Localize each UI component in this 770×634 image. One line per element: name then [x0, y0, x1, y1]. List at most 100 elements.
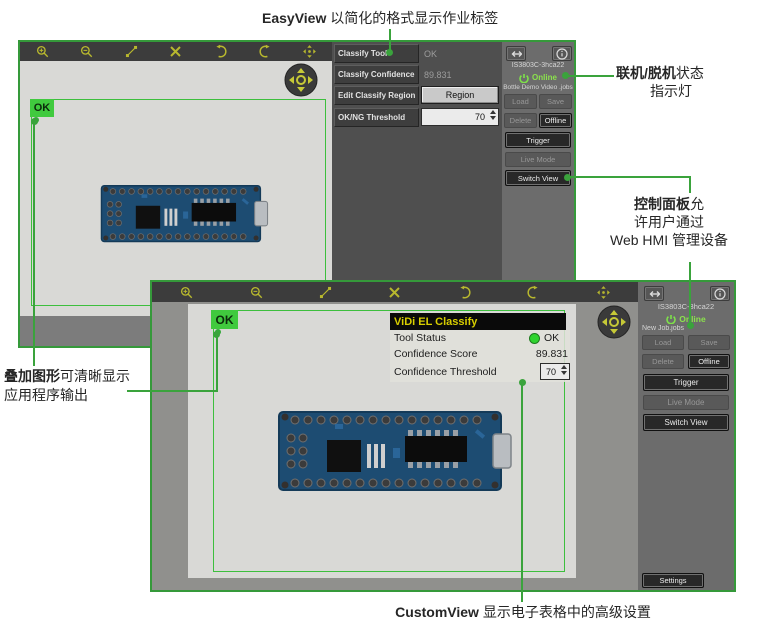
customview-control-panel: IS3803C-3hca22 Online New Job.jobs Load …	[638, 282, 734, 590]
confidence-score-label: Confidence Score	[392, 348, 536, 360]
callout-line	[689, 262, 691, 324]
line-tool-icon[interactable]	[124, 44, 139, 59]
trigger-button[interactable]: Trigger	[505, 132, 571, 148]
power-icon	[666, 314, 676, 324]
vidi-classify-header: ViDi EL Classify	[390, 313, 566, 330]
collapse-arrows-icon	[648, 288, 660, 300]
callout-dot	[386, 49, 393, 56]
job-name: New Job.jobs	[638, 325, 734, 332]
live-mode-button[interactable]: Live Mode	[643, 395, 729, 410]
line-tool-icon[interactable]	[318, 285, 333, 300]
offline-button[interactable]: Offline	[539, 113, 572, 128]
collapse-panel-button[interactable]	[506, 46, 526, 61]
annotation-overlay-graphics: 叠加图形可清晰显示 应用程序输出	[4, 367, 130, 405]
customview-ok-overlay: OK	[211, 310, 238, 329]
callout-line	[127, 390, 218, 392]
customview-toolbar	[152, 282, 638, 302]
annotation-control-line1: 允	[690, 196, 704, 212]
trigger-button[interactable]: Trigger	[643, 374, 729, 391]
annotation-overlay-line1: 可清晰显示	[60, 368, 130, 384]
info-icon	[714, 288, 726, 300]
save-button[interactable]: Save	[539, 94, 572, 109]
okng-threshold-spinner[interactable]: 70	[421, 108, 499, 126]
settings-button[interactable]: Settings	[642, 573, 704, 588]
save-button[interactable]: Save	[688, 335, 730, 350]
info-icon	[556, 48, 568, 60]
region-button[interactable]: Region	[421, 86, 499, 104]
annotation-online-bold: 联机/脱机	[616, 65, 676, 81]
easyview-toolbar	[20, 42, 332, 61]
tool-status-label: Tool Status	[392, 332, 529, 344]
annotation-control-line2: 许用户通过	[588, 213, 750, 231]
classify-tool-value: OK	[424, 44, 498, 63]
classify-tool-label: Classify Tool	[334, 44, 419, 63]
pan-tool-icon[interactable]	[302, 44, 317, 59]
zoom-in-icon[interactable]	[179, 285, 194, 300]
rotate-ccw-icon[interactable]	[213, 44, 228, 59]
zoom-out-icon[interactable]	[249, 285, 264, 300]
online-status-text: Online	[532, 73, 557, 82]
zoom-in-icon[interactable]	[35, 44, 50, 59]
status-ok-dot-icon	[529, 333, 540, 344]
scale-tool-icon[interactable]	[168, 44, 183, 59]
annotation-overlay-line2: 应用程序输出	[4, 386, 130, 405]
edit-classify-region-label: Edit Classify Region	[334, 86, 419, 105]
power-icon	[519, 73, 529, 83]
live-mode-button[interactable]: Live Mode	[505, 152, 571, 167]
annotation-easyview-bold: EasyView	[262, 10, 326, 26]
pcb-board-image	[275, 403, 515, 500]
spinner-arrows-icon[interactable]	[490, 110, 496, 120]
okng-threshold-value: 70	[475, 112, 485, 122]
load-button[interactable]: Load	[642, 335, 684, 350]
annotation-control-line3: Web HMI 管理设备	[588, 231, 750, 249]
tool-status-value: OK	[544, 332, 568, 344]
callout-dot	[564, 174, 571, 181]
spinner-arrows-icon[interactable]	[561, 365, 567, 375]
zoom-out-icon[interactable]	[79, 44, 94, 59]
callout-line	[567, 176, 691, 178]
annotation-overlay-bold: 叠加图形	[4, 368, 60, 384]
page: OK Classify Tool OK Classify Confidence …	[0, 0, 770, 634]
info-button[interactable]	[710, 286, 730, 301]
confidence-threshold-value: 70	[546, 367, 556, 377]
switch-view-button[interactable]: Switch View	[505, 170, 571, 186]
collapse-arrows-icon	[510, 48, 522, 60]
collapse-panel-button[interactable]	[644, 286, 664, 301]
confidence-threshold-spinner[interactable]: 70	[540, 363, 570, 380]
classify-confidence-value: 89.831	[424, 65, 498, 84]
rotate-cw-icon[interactable]	[526, 285, 541, 300]
rotate-cw-icon[interactable]	[258, 44, 273, 59]
info-button[interactable]	[552, 46, 572, 61]
pcb-board-image	[77, 180, 292, 248]
annotation-control-bold: 控制面板	[634, 196, 690, 212]
pan-rosette-control[interactable]	[596, 304, 632, 340]
device-name: IS3803C-3hca22	[638, 302, 734, 311]
callout-line	[521, 384, 523, 602]
pan-tool-icon[interactable]	[596, 285, 611, 300]
callout-line	[216, 337, 218, 392]
annotation-online-status: 联机/脱机状态 指示灯	[616, 64, 750, 100]
callout-dot	[687, 322, 694, 329]
offline-button[interactable]: Offline	[688, 354, 730, 369]
callout-dot	[213, 331, 220, 338]
annotation-online-line2: 指示灯	[650, 82, 750, 100]
job-name: Bottle Demo Video .jobs	[502, 84, 574, 91]
delete-button[interactable]: Delete	[504, 113, 537, 128]
okng-threshold-label: OK/NG Threshold	[334, 108, 419, 127]
delete-button[interactable]: Delete	[642, 354, 684, 369]
callout-dot	[519, 379, 526, 386]
load-button[interactable]: Load	[504, 94, 537, 109]
device-name: IS3803C-3hca22	[502, 62, 574, 69]
online-status: Online	[638, 313, 734, 324]
confidence-score-value: 89.831	[536, 348, 568, 360]
switch-view-button[interactable]: Switch View	[643, 414, 729, 431]
callout-line	[566, 75, 614, 77]
scale-tool-icon[interactable]	[387, 285, 402, 300]
annotation-easyview-text: 以简化的格式显示作业标签	[326, 10, 498, 26]
annotation-control-panel: 控制面板允 许用户通过 Web HMI 管理设备	[588, 195, 750, 249]
classify-confidence-label: Classify Confidence	[334, 65, 419, 84]
pan-rosette-control[interactable]	[283, 62, 319, 98]
annotation-customview: CustomView 显示电子表格中的高级设置	[302, 603, 744, 621]
annotation-easyview: EasyView 以简化的格式显示作业标签	[262, 9, 498, 27]
rotate-ccw-icon[interactable]	[457, 285, 472, 300]
